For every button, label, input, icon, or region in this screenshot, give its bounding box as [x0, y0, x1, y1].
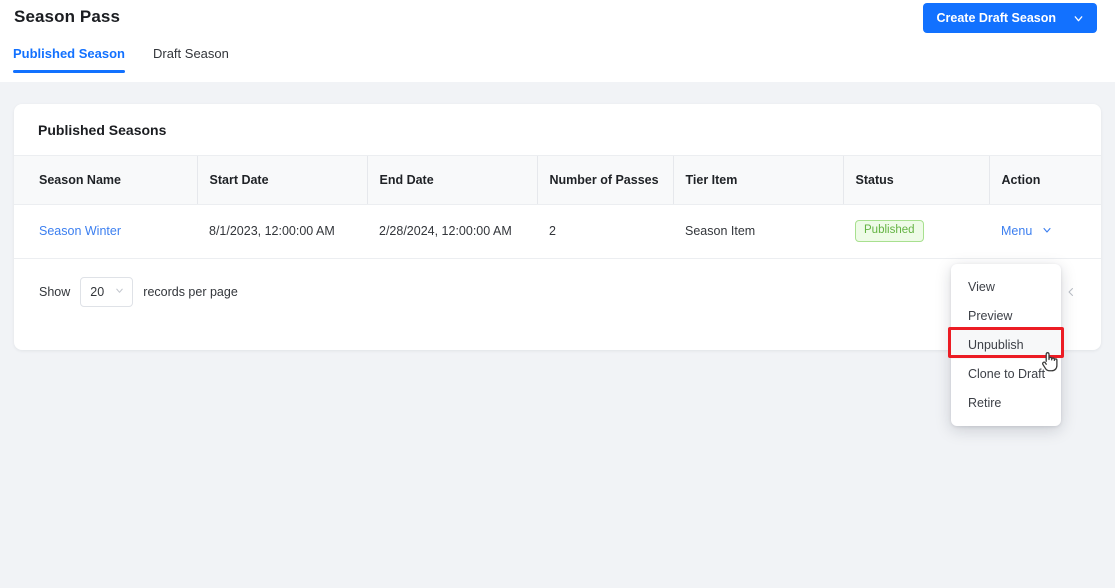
show-label: Show [39, 284, 71, 299]
records-per-page-select[interactable]: 20 [80, 276, 134, 307]
cell-season-name: Season Winter [14, 204, 197, 259]
row-action-dropdown-menu: View Preview Unpublish Clone to Draft Re… [951, 264, 1061, 426]
column-header-tier-item[interactable]: Tier Item [672, 156, 843, 205]
cell-tier-item: Season Item [673, 204, 843, 259]
top-header-bar: Season Pass Create Draft Season Publishe… [0, 0, 1115, 82]
menu-item-preview-label: Preview [968, 308, 1013, 323]
status-badge: Published [855, 219, 924, 243]
cell-number-of-passes: 2 [537, 204, 673, 259]
column-header-action[interactable]: Action [988, 156, 1101, 205]
page-title: Season Pass [14, 7, 120, 26]
menu-item-unpublish-label: Unpublish [968, 337, 1024, 352]
tab-draft-season[interactable]: Draft Season [139, 46, 243, 73]
row-menu-button[interactable]: Menu [1001, 224, 1053, 239]
menu-item-preview[interactable]: Preview [951, 301, 1061, 330]
cell-action: Menu [989, 204, 1101, 259]
table-footer: Show 20 records per page [14, 259, 1101, 325]
column-header-end-date[interactable]: End Date [366, 156, 537, 205]
table-row: Season Winter 8/1/2023, 12:00:00 AM 2/28… [14, 204, 1101, 259]
column-header-start-date[interactable]: Start Date [196, 156, 367, 205]
table-body: Season Winter 8/1/2023, 12:00:00 AM 2/28… [14, 204, 1101, 259]
menu-item-clone-to-draft-label: Clone to Draft [968, 366, 1046, 381]
menu-item-view[interactable]: View [951, 272, 1061, 301]
pagination-prev-button[interactable] [1061, 282, 1081, 302]
season-name-link[interactable]: Season Winter [39, 224, 121, 238]
records-per-page-value: 20 [90, 284, 105, 299]
menu-item-retire[interactable]: Retire [951, 388, 1061, 417]
published-seasons-card: Published Seasons Season Name Start Date… [14, 104, 1101, 350]
tab-bar: Published Season Draft Season [13, 46, 243, 73]
published-seasons-table: Season Name Start Date End Date Number o… [14, 156, 1101, 259]
chevron-down-icon [1072, 12, 1085, 25]
tab-draft-season-label: Draft Season [152, 46, 229, 61]
menu-item-view-label: View [968, 279, 995, 294]
table-header: Season Name Start Date End Date Number o… [14, 156, 1101, 205]
records-per-page-group: Show 20 records per page [39, 276, 238, 307]
table-header-row: Season Name Start Date End Date Number o… [14, 156, 1101, 205]
card-title: Published Seasons [14, 104, 1101, 156]
chevron-down-icon [1041, 224, 1053, 239]
menu-item-unpublish[interactable]: Unpublish [951, 330, 1061, 359]
menu-item-clone-to-draft[interactable]: Clone to Draft [951, 359, 1061, 388]
cell-end-date: 2/28/2024, 12:00:00 AM [367, 204, 537, 259]
tab-published-season-label: Published Season [13, 46, 125, 61]
pagination-controls [1061, 282, 1081, 302]
column-header-status[interactable]: Status [842, 156, 989, 205]
column-header-number-of-passes[interactable]: Number of Passes [536, 156, 673, 205]
column-header-season-name[interactable]: Season Name [14, 156, 197, 205]
records-per-page-label: records per page [143, 284, 238, 299]
cell-start-date: 8/1/2023, 12:00:00 AM [197, 204, 367, 259]
chevron-down-icon [114, 285, 125, 299]
create-draft-season-label: Create Draft Season [936, 11, 1057, 25]
cell-status: Published [843, 204, 989, 259]
menu-item-retire-label: Retire [968, 395, 1002, 410]
row-menu-label: Menu [1001, 224, 1033, 238]
tab-published-season[interactable]: Published Season [13, 46, 139, 73]
create-draft-season-button[interactable]: Create Draft Season [922, 3, 1097, 33]
